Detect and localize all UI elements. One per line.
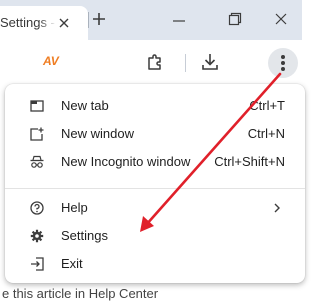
- new-tab-icon: [30, 100, 44, 112]
- menu-item-shortcut: Ctrl+Shift+N: [214, 154, 285, 169]
- menu-item-label: Exit: [61, 256, 83, 271]
- menu-item-label: New Incognito window: [61, 154, 191, 169]
- chevron-right-icon: [274, 203, 280, 213]
- close-icon[interactable]: [58, 17, 70, 29]
- browser-menu: New tab Ctrl+T New window Ctrl+N New Inc…: [5, 84, 305, 283]
- download-icon[interactable]: [201, 52, 219, 72]
- help-icon: [30, 201, 44, 215]
- menu-item-label: Settings: [61, 228, 108, 243]
- menu-item-label: New window: [61, 126, 134, 141]
- window-close-icon[interactable]: [275, 13, 287, 25]
- kebab-dot: [281, 61, 285, 65]
- new-window-icon: [30, 127, 44, 141]
- extensions-puzzle-icon[interactable]: [146, 53, 164, 71]
- gear-icon: [30, 229, 44, 243]
- tab-strip: Settings - Do: [0, 0, 302, 40]
- new-tab-plus-icon[interactable]: [91, 11, 107, 27]
- menu-item-new-incognito-window[interactable]: New Incognito window Ctrl+Shift+N: [5, 148, 305, 176]
- help-center-link[interactable]: e this article in Help Center: [2, 286, 202, 302]
- menu-item-help[interactable]: Help: [5, 194, 305, 222]
- kebab-dot: [281, 67, 285, 71]
- tab-title: Settings - Do: [0, 15, 56, 30]
- menu-divider: [5, 188, 305, 189]
- menu-item-settings[interactable]: Settings: [5, 222, 305, 250]
- active-tab[interactable]: Settings - Do: [0, 6, 88, 40]
- menu-item-new-tab[interactable]: New tab Ctrl+T: [5, 92, 305, 120]
- incognito-icon: [30, 155, 44, 168]
- menu-item-shortcut: Ctrl+N: [247, 126, 285, 141]
- exit-icon: [31, 257, 44, 271]
- minimize-icon[interactable]: [172, 14, 186, 28]
- menu-item-new-window[interactable]: New window Ctrl+N: [5, 120, 305, 148]
- kebab-dot: [281, 55, 285, 59]
- tab-separator: [88, 12, 89, 28]
- menu-button[interactable]: [268, 48, 298, 78]
- browser-toolbar: AV: [0, 40, 302, 86]
- restore-icon[interactable]: [228, 12, 242, 26]
- menu-item-label: New tab: [61, 98, 109, 113]
- menu-item-shortcut: Ctrl+T: [249, 98, 285, 113]
- menu-item-exit[interactable]: Exit: [5, 250, 305, 278]
- extension-logo[interactable]: AV: [43, 54, 61, 68]
- menu-item-label: Help: [61, 200, 88, 215]
- toolbar-separator: [185, 54, 186, 72]
